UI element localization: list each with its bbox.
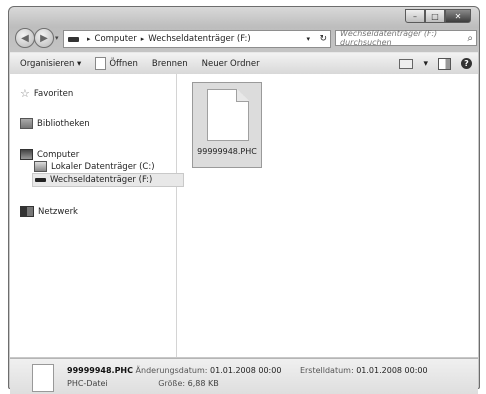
help-icon[interactable]: ?: [461, 58, 472, 69]
back-button[interactable]: ◀: [15, 28, 35, 48]
file-icon: [207, 89, 249, 141]
address-row: ◀ ▶ ▾ ▸ Computer ▸ Wechseldatenträger (F…: [13, 28, 477, 48]
details-size-label: Größe:: [158, 379, 186, 388]
details-created-label: Erstelldatum:: [299, 366, 354, 375]
nav-item-favorites[interactable]: ☆ Favoriten: [20, 87, 73, 100]
burn-button[interactable]: Brennen: [152, 59, 188, 69]
new-folder-button[interactable]: Neuer Ordner: [202, 59, 260, 69]
hard-drive-icon: [34, 161, 47, 172]
history-dropdown-icon[interactable]: ▾: [55, 34, 59, 42]
new-folder-label: Neuer Ordner: [201, 58, 260, 69]
caption-buttons: – □ ✕: [405, 9, 471, 23]
view-options-icon[interactable]: [399, 58, 414, 69]
details-modified-value: 01.01.2008 00:00: [210, 366, 282, 375]
details-file-type: PHC-Datei: [67, 379, 108, 388]
preview-pane-icon[interactable]: [438, 57, 451, 70]
nav-label-local-drive: Lokaler Datenträger (C:): [51, 161, 155, 172]
breadcrumb-removable-drive[interactable]: Wechseldatenträger (F:): [148, 34, 250, 44]
forward-button[interactable]: ▶: [34, 28, 54, 48]
minimize-button[interactable]: –: [405, 9, 425, 23]
file-item[interactable]: 99999948.PHC: [192, 82, 262, 168]
star-icon: ☆: [20, 87, 30, 100]
details-file-name: 99999948.PHC: [67, 366, 133, 375]
drive-icon: [68, 36, 79, 42]
search-icon[interactable]: ⌕: [467, 33, 473, 44]
computer-icon: [20, 149, 33, 160]
details-created-value: 01.01.2008 00:00: [356, 366, 428, 375]
nav-item-network[interactable]: Netzwerk: [20, 206, 78, 217]
explorer-window: – □ ✕ ◀ ▶ ▾ ▸ Computer ▸ Wechseldatenträ…: [0, 0, 486, 394]
removable-drive-icon: [35, 178, 46, 182]
library-icon: [20, 118, 33, 129]
refresh-icon[interactable]: ↻: [319, 34, 327, 44]
nav-label-network: Netzwerk: [38, 206, 78, 217]
address-dropdown-icon[interactable]: ▾: [306, 35, 310, 43]
details-size-value: 6,88 KB: [187, 379, 219, 388]
toolbar-right: ▾ ?: [399, 57, 472, 70]
file-name: 99999948.PHC: [197, 147, 257, 156]
search-input[interactable]: Wechseldatenträger (F:) durchsuchen ⌕: [335, 29, 477, 47]
details-modified-label: Änderungsdatum:: [135, 366, 208, 375]
command-bar: Organisieren ▾ Öffnen Brennen Neuer Ordn…: [10, 52, 478, 75]
nav-item-libraries[interactable]: Bibliotheken: [20, 118, 90, 129]
nav-item-removable-drive[interactable]: Wechseldatenträger (F:): [32, 173, 184, 187]
details-pane: 99999948.PHC Änderungsdatum: 01.01.2008 …: [10, 358, 478, 394]
breadcrumb-computer[interactable]: Computer: [95, 34, 137, 44]
close-button[interactable]: ✕: [445, 9, 471, 23]
document-icon: [95, 57, 107, 70]
content-area: ☆ Favoriten Bibliotheken Computer Lokale…: [10, 74, 478, 357]
details-row-2: PHC-Datei Größe: 6,88 KB: [67, 379, 219, 388]
organize-label: Organisieren ▾: [20, 58, 82, 69]
nav-label-computer: Computer: [37, 149, 80, 160]
details-row-1: 99999948.PHC Änderungsdatum: 01.01.2008 …: [67, 366, 428, 375]
nav-label-favorites: Favoriten: [33, 88, 74, 99]
file-list: 99999948.PHC: [178, 74, 478, 357]
address-bar[interactable]: ▸ Computer ▸ Wechseldatenträger (F:) ▾ ↻: [63, 30, 331, 48]
chevron-right-icon[interactable]: ▸: [87, 35, 91, 43]
view-dropdown-icon[interactable]: ▾: [423, 59, 428, 69]
network-icon: [20, 206, 34, 217]
search-placeholder: Wechseldatenträger (F:) durchsuchen: [340, 29, 438, 47]
burn-label: Brennen: [151, 58, 188, 69]
chevron-right-icon[interactable]: ▸: [141, 35, 145, 43]
navigation-pane: ☆ Favoriten Bibliotheken Computer Lokale…: [10, 74, 184, 357]
nav-item-computer[interactable]: Computer: [20, 149, 79, 160]
nav-label-removable-drive: Wechseldatenträger (F:): [50, 175, 153, 185]
open-label: Öffnen: [109, 58, 138, 69]
open-button[interactable]: Öffnen: [95, 57, 138, 70]
file-thumbnail-icon: [32, 364, 54, 392]
organize-button[interactable]: Organisieren ▾: [20, 59, 81, 69]
nav-label-libraries: Bibliotheken: [37, 118, 90, 129]
nav-item-local-drive[interactable]: Lokaler Datenträger (C:): [34, 161, 155, 172]
window-frame: – □ ✕ ◀ ▶ ▾ ▸ Computer ▸ Wechseldatenträ…: [8, 6, 480, 394]
maximize-button[interactable]: □: [425, 9, 445, 23]
